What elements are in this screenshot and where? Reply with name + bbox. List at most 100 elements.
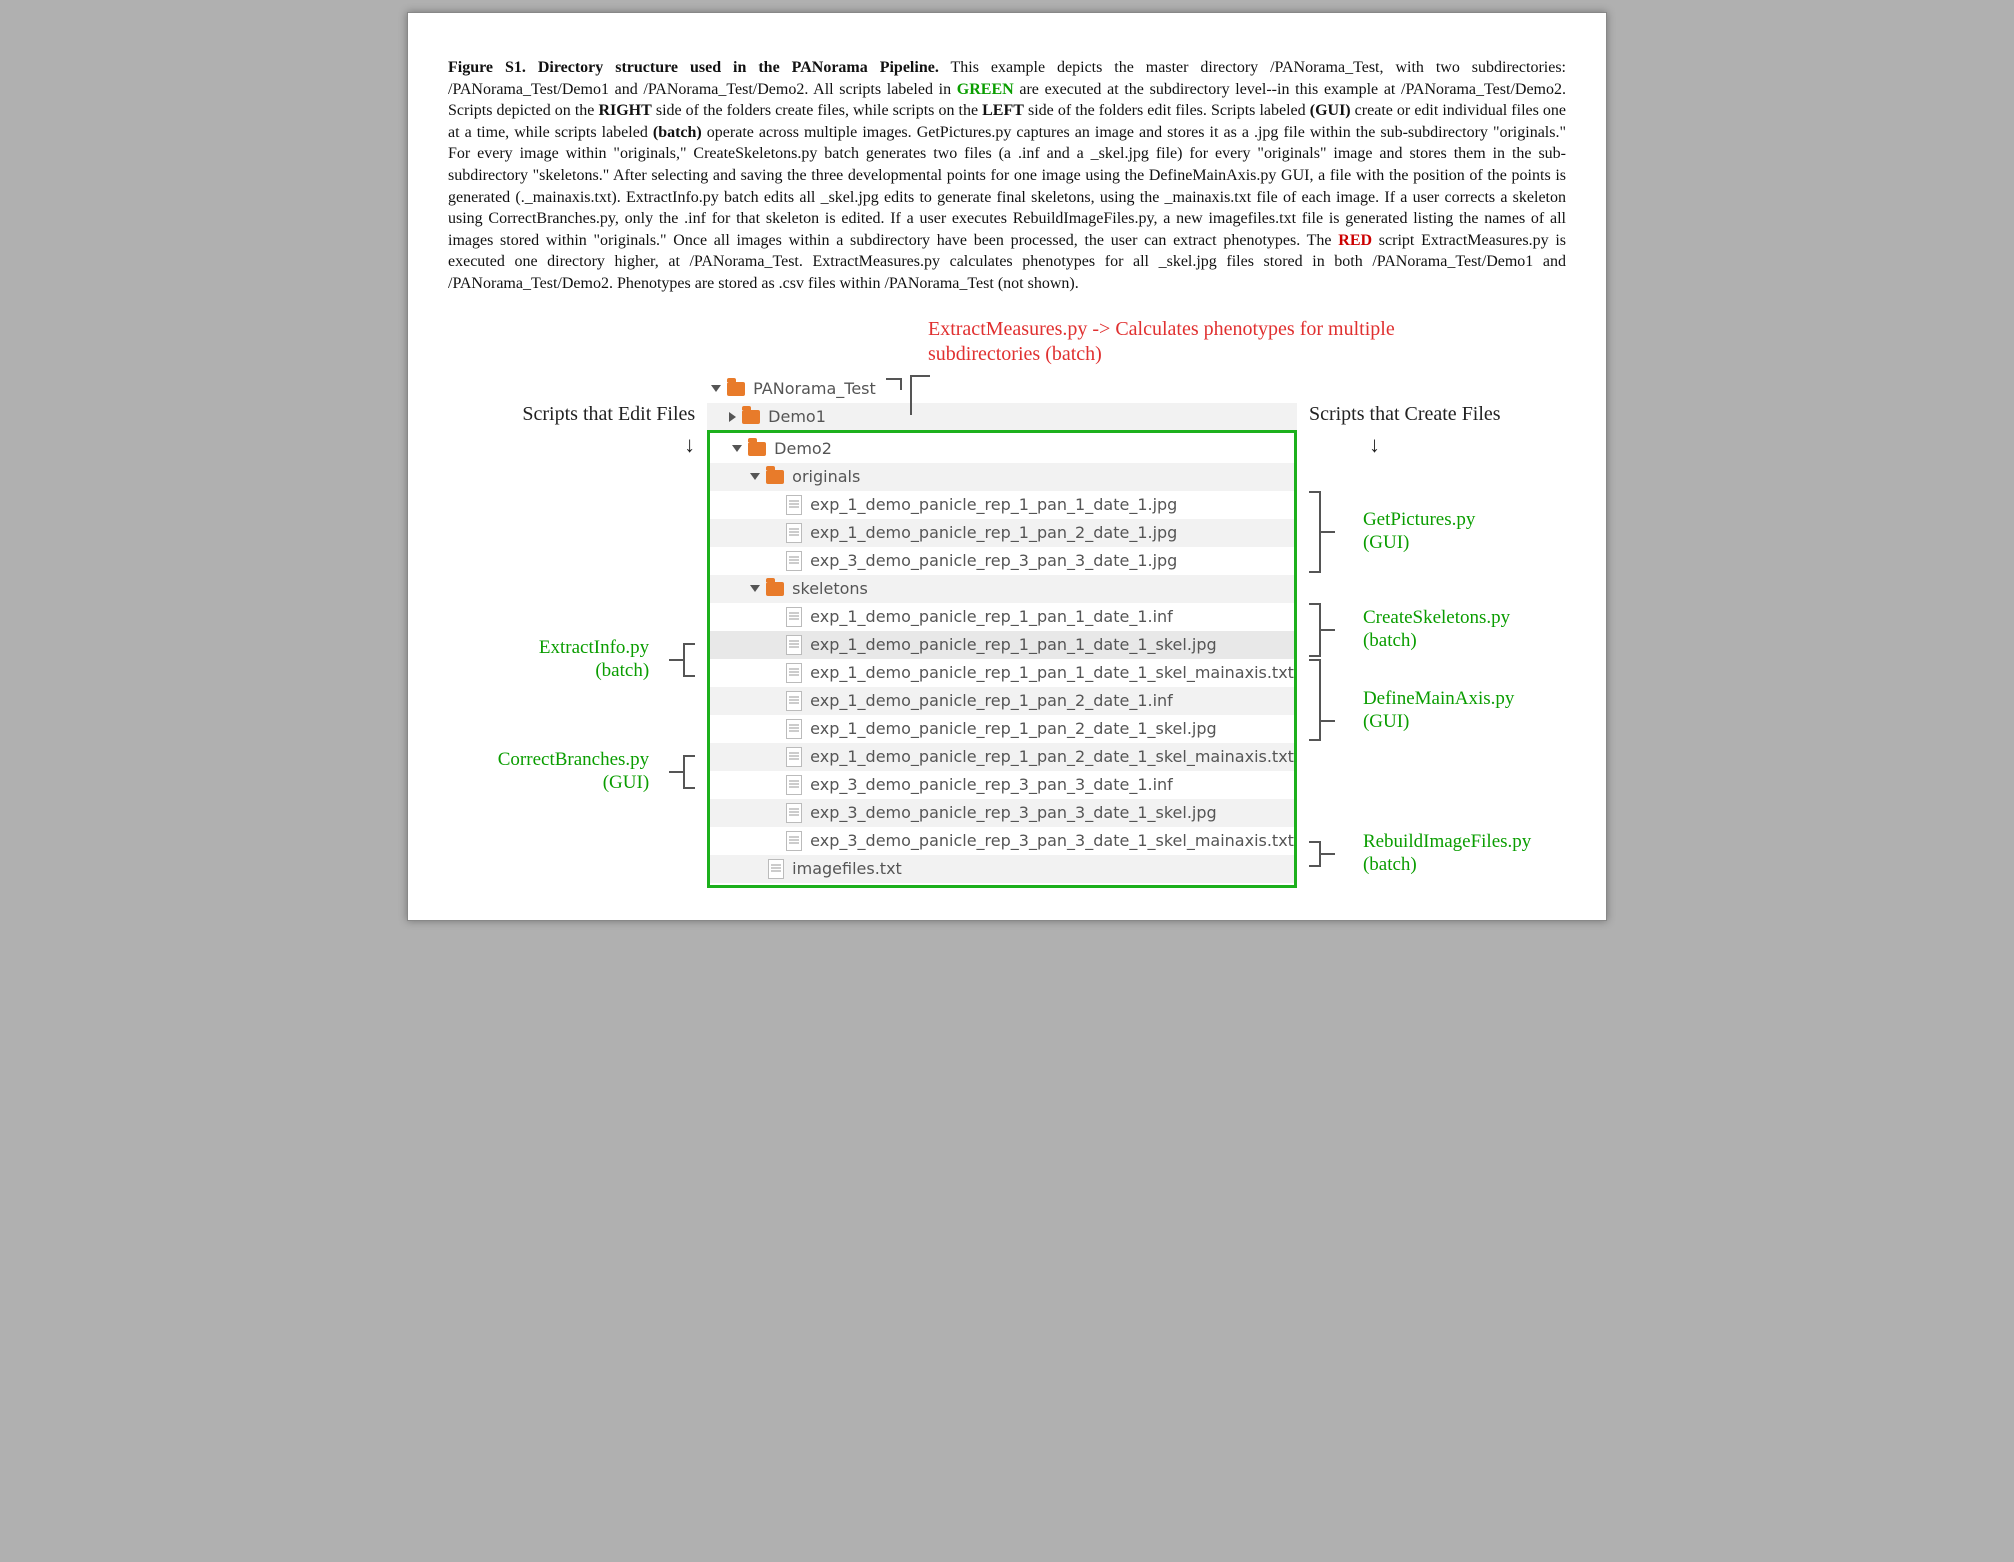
file-name: exp_1_demo_panicle_rep_1_pan_1_date_1.jp… [810,495,1177,514]
tree-row-file[interactable]: exp_3_demo_panicle_rep_3_pan_3_date_1_sk… [710,827,1294,855]
connector-tick [669,771,683,773]
bracket-icon [1309,603,1321,657]
figure-caption: Figure S1. Directory structure used in t… [448,57,1566,295]
folder-name: originals [792,467,860,486]
bracket-icon [1309,491,1321,573]
file-name: imagefiles.txt [792,859,902,878]
rebuild-sub: (batch) [1363,854,1417,875]
page: Figure S1. Directory structure used in t… [407,12,1607,921]
file-name: exp_1_demo_panicle_rep_1_pan_1_date_1.in… [810,607,1173,626]
tree-row-file[interactable]: exp_3_demo_panicle_rep_3_pan_3_date_1.in… [710,771,1294,799]
file-name: exp_3_demo_panicle_rep_3_pan_3_date_1_sk… [810,831,1294,850]
left-annotations-column: Scripts that Edit Files ↓ ExtractInfo.py… [448,375,707,800]
folder-icon [727,382,745,396]
file-icon [786,831,802,851]
bracket-icon [683,755,695,789]
bracket-icon [1309,841,1321,867]
bracket-icon [683,643,695,677]
arrow-down-icon: ↓ [448,432,695,458]
tree-row-file[interactable]: exp_1_demo_panicle_rep_1_pan_1_date_1_sk… [710,631,1294,659]
green-highlight-box: Demo2 originals exp_1_demo_panicle_rep_1… [707,430,1297,888]
extractmeasures-callout-text: ExtractMeasures.py -> Calculates phenoty… [928,318,1395,365]
tree-row-file[interactable]: exp_3_demo_panicle_rep_3_pan_3_date_1_sk… [710,799,1294,827]
tree-row-file[interactable]: imagefiles.txt [710,855,1294,883]
file-icon [786,719,802,739]
tree-row-file[interactable]: exp_1_demo_panicle_rep_1_pan_2_date_1.in… [710,687,1294,715]
extractinfo-sub: (batch) [595,660,649,681]
caption-green-word: GREEN [957,81,1014,98]
extractmeasures-callout: ExtractMeasures.py -> Calculates phenoty… [928,317,1488,367]
folder-name: Demo2 [774,439,832,458]
definemainaxis-sub: (GUI) [1363,711,1409,732]
tree-row-folder[interactable]: Demo1 [707,403,1297,431]
bracket-icon [1309,659,1321,741]
file-icon [786,747,802,767]
tree-row-folder[interactable]: Demo2 [710,435,1294,463]
createskeletons-name: CreateSkeletons.py [1363,607,1510,628]
right-annotations-column: Scripts that Create Files ↓ GetPictures.… [1297,375,1566,882]
twisty-open-icon[interactable] [732,445,742,452]
connector-tick [1321,531,1335,533]
twisty-open-icon[interactable] [750,473,760,480]
rebuildimagefiles-label: RebuildImageFiles.py (batch) [1363,831,1531,877]
file-name: exp_3_demo_panicle_rep_3_pan_3_date_1.jp… [810,551,1177,570]
tree-row-file[interactable]: exp_1_demo_panicle_rep_1_pan_2_date_1.jp… [710,519,1294,547]
connector-to-red-callout [886,378,902,390]
tree-row-file[interactable]: exp_1_demo_panicle_rep_1_pan_1_date_1.in… [710,603,1294,631]
file-name: exp_3_demo_panicle_rep_3_pan_3_date_1.in… [810,775,1173,794]
caption-text-4: side of the folders edit files. Scripts … [1024,102,1310,119]
caption-bold-gui: (GUI) [1310,102,1351,119]
folder-icon [766,582,784,596]
file-name: exp_1_demo_panicle_rep_1_pan_2_date_1_sk… [810,719,1216,738]
tree-row-file[interactable]: exp_3_demo_panicle_rep_3_pan_3_date_1.jp… [710,547,1294,575]
extractinfo-label: ExtractInfo.py (batch) [539,637,649,683]
connector-tick [1321,853,1335,855]
createskeletons-sub: (batch) [1363,630,1417,651]
twisty-open-icon[interactable] [750,585,760,592]
figure-label: Figure S1. Directory structure used in t… [448,59,939,76]
arrow-down-icon: ↓ [1369,432,1566,458]
tree-row-folder[interactable]: skeletons [710,575,1294,603]
caption-text-3: side of the folders create files, while … [652,102,982,119]
connector-tick [1321,720,1335,722]
directory-tree: PANorama_Test Demo1 [707,375,1297,888]
tree-row-file[interactable]: exp_1_demo_panicle_rep_1_pan_1_date_1_sk… [710,659,1294,687]
correctbranches-name: CorrectBranches.py [498,749,649,770]
file-icon [786,663,802,683]
right-heading: Scripts that Create Files [1309,403,1566,426]
getpictures-sub: (GUI) [1363,532,1409,553]
file-name: exp_1_demo_panicle_rep_1_pan_1_date_1_sk… [810,663,1294,682]
tree-row-folder[interactable]: PANorama_Test [707,375,1297,403]
folder-icon [748,442,766,456]
twisty-open-icon[interactable] [711,385,721,392]
connector-tick [1321,629,1335,631]
file-icon [786,803,802,823]
twisty-closed-icon[interactable] [729,412,736,422]
file-icon [786,691,802,711]
extractinfo-name: ExtractInfo.py [539,637,649,658]
folder-icon [766,470,784,484]
rebuild-name: RebuildImageFiles.py [1363,831,1531,852]
caption-text-6: operate across multiple images. GetPictu… [448,124,1566,249]
file-name: exp_1_demo_panicle_rep_1_pan_2_date_1.jp… [810,523,1177,542]
caption-bold-left: LEFT [982,102,1024,119]
caption-red-word: RED [1338,232,1372,249]
tree-row-file[interactable]: exp_1_demo_panicle_rep_1_pan_2_date_1_sk… [710,715,1294,743]
file-icon [786,607,802,627]
file-icon [786,551,802,571]
file-name: exp_3_demo_panicle_rep_3_pan_3_date_1_sk… [810,803,1216,822]
correctbranches-sub: (GUI) [603,772,649,793]
file-icon [786,523,802,543]
file-name: exp_1_demo_panicle_rep_1_pan_1_date_1_sk… [810,635,1216,654]
tree-row-file[interactable]: exp_1_demo_panicle_rep_1_pan_1_date_1.jp… [710,491,1294,519]
tree-row-file[interactable]: exp_1_demo_panicle_rep_1_pan_2_date_1_sk… [710,743,1294,771]
correctbranches-label: CorrectBranches.py (GUI) [498,749,649,795]
createskeletons-label: CreateSkeletons.py (batch) [1363,607,1510,653]
caption-bold-right: RIGHT [598,102,651,119]
getpictures-name: GetPictures.py [1363,509,1475,530]
definemainaxis-name: DefineMainAxis.py [1363,688,1514,709]
left-heading: Scripts that Edit Files [448,403,695,426]
folder-name: skeletons [792,579,868,598]
callout-connector-line [910,375,930,415]
tree-row-folder[interactable]: originals [710,463,1294,491]
